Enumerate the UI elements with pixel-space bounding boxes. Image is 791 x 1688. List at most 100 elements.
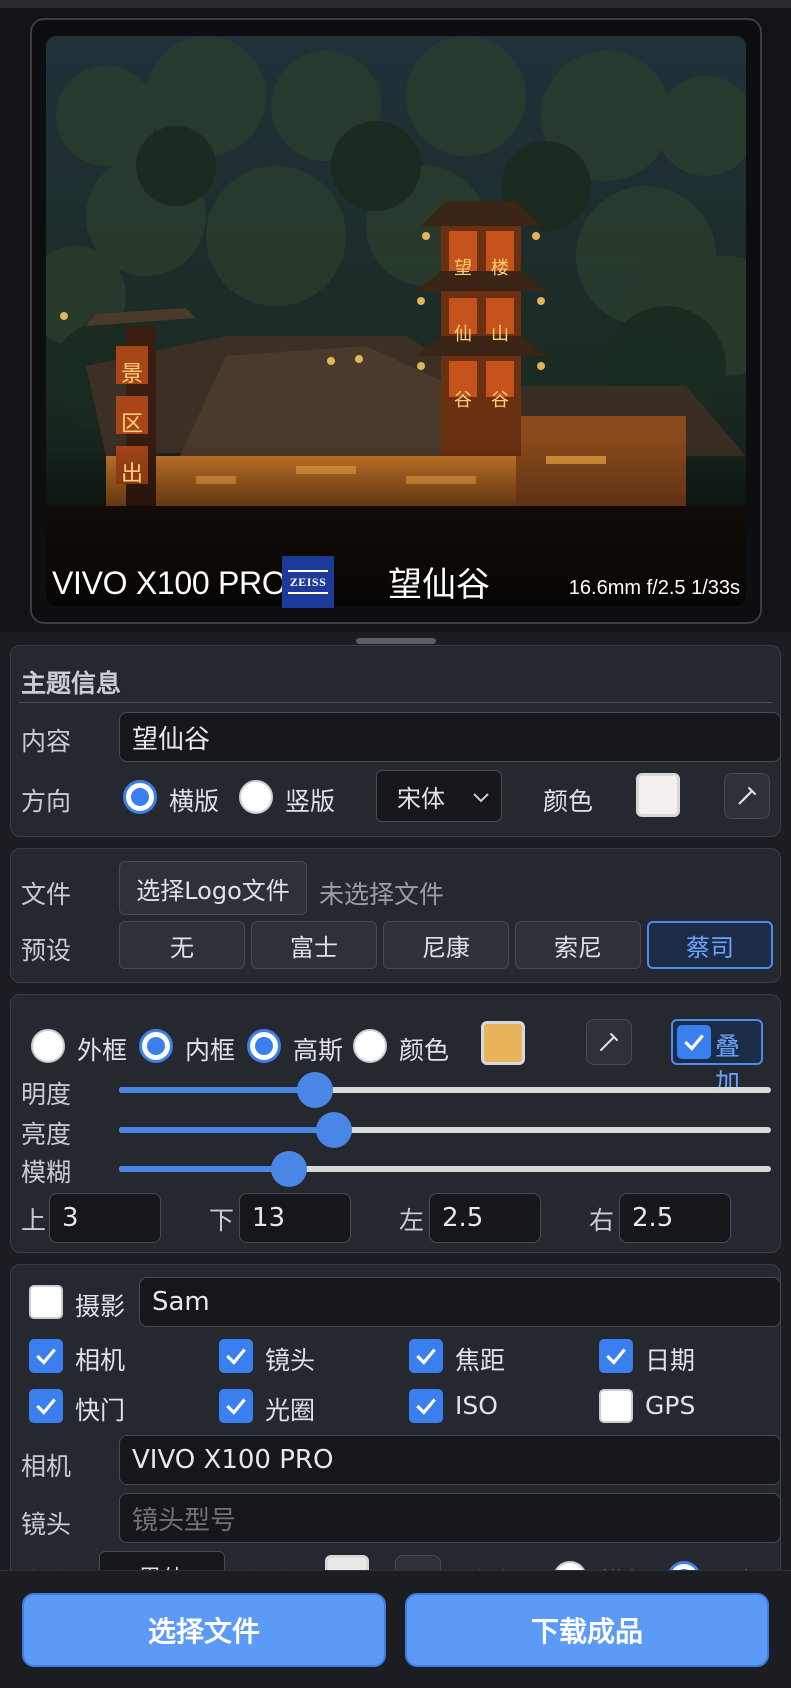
- exif-checkbox-label: 光圈: [265, 1396, 316, 1425]
- divider: [19, 702, 772, 703]
- frame-panel: 外框 内框 高斯 颜色 叠加 明度 亮度 模糊 上 3 下 13 左 2.5 右…: [10, 994, 781, 1253]
- margin-right-input[interactable]: 2.5: [619, 1193, 731, 1243]
- preset-fujifilm[interactable]: 富士: [251, 921, 377, 969]
- overlay-toggle[interactable]: 叠加: [671, 1019, 763, 1097]
- brightness-label: 明度: [21, 1080, 72, 1109]
- photographer-checkbox[interactable]: [29, 1285, 63, 1319]
- preset-zeiss[interactable]: 蔡司: [647, 921, 773, 969]
- caption-title: 望仙谷: [388, 565, 490, 605]
- radio-gaussian-label: 高斯: [293, 1036, 344, 1065]
- lens-input[interactable]: 镜头型号: [119, 1493, 781, 1543]
- sign-char: 景: [120, 362, 143, 387]
- margin-left-input[interactable]: 2.5: [429, 1193, 541, 1243]
- select-file-button[interactable]: 选择文件: [22, 1593, 386, 1667]
- no-file-text: 未选择文件: [319, 880, 445, 909]
- margin-top-input[interactable]: 3: [49, 1193, 161, 1243]
- camera-label: 相机: [21, 1452, 72, 1481]
- blur-label: 模糊: [21, 1158, 72, 1187]
- frame-color-swatch[interactable]: [481, 1021, 525, 1065]
- photographer-label: 摄影: [75, 1292, 126, 1321]
- frame-eyedropper-button[interactable]: [586, 1019, 632, 1065]
- exif-checkbox[interactable]: [599, 1389, 633, 1423]
- radio-color-label: 颜色: [399, 1036, 450, 1065]
- font-select[interactable]: 宋体: [376, 770, 502, 822]
- exif-checkbox-label: 相机: [75, 1346, 126, 1375]
- slider-knob[interactable]: [316, 1112, 352, 1148]
- caption-params: 16.6mm f/2.5 1/33s: [568, 577, 740, 599]
- radio-horizontal-label: 横版: [169, 787, 220, 816]
- margin-bottom-label: 下: [209, 1206, 235, 1235]
- exif-checkbox-label: 焦距: [455, 1346, 506, 1375]
- exif-checkbox[interactable]: [409, 1339, 443, 1373]
- camera-input[interactable]: VIVO X100 PRO: [119, 1435, 781, 1485]
- slider-knob[interactable]: [297, 1072, 333, 1108]
- eyedropper-button[interactable]: [724, 773, 770, 819]
- sign-left-text: 景 区 出: [116, 350, 148, 500]
- checkmark-icon: [226, 1398, 246, 1415]
- sign-char: 区: [120, 412, 143, 437]
- preset-label: 预设: [21, 936, 72, 965]
- sign-char: 仙: [454, 324, 472, 345]
- exif-checkbox[interactable]: [29, 1389, 63, 1423]
- theme-panel: 主题信息 内容 望仙谷 方向 横版 竖版 宋体 颜色: [10, 645, 781, 837]
- zeiss-logo-text: ZEISS: [289, 574, 327, 589]
- luminance-label: 亮度: [21, 1120, 72, 1149]
- theme-color-swatch[interactable]: [636, 773, 680, 817]
- checkmark-icon: [36, 1398, 56, 1415]
- preview-photo: 景 区 出 望 仙 谷 楼 山 谷: [46, 36, 746, 606]
- checkmark-icon: [416, 1348, 436, 1365]
- logo-panel: 文件 选择Logo文件 未选择文件 预设 无 富士 尼康 索尼 蔡司: [10, 848, 781, 983]
- radio-inner-frame[interactable]: [139, 1029, 173, 1063]
- exif-checkbox-label: 快门: [75, 1396, 126, 1425]
- checkmark-icon: [226, 1348, 246, 1365]
- checkmark-icon: [416, 1398, 436, 1415]
- radio-vertical[interactable]: [239, 780, 273, 814]
- radio-vertical-label: 竖版: [285, 787, 336, 816]
- sign-char: 山: [491, 324, 509, 345]
- exif-checkbox[interactable]: [29, 1339, 63, 1373]
- slider-fill: [119, 1127, 334, 1133]
- checkmark-icon: [606, 1348, 626, 1365]
- sign-char: 出: [120, 462, 143, 487]
- overlay-checkbox[interactable]: [677, 1025, 711, 1059]
- photographer-input[interactable]: Sam: [139, 1277, 781, 1327]
- photo-card: 景 区 出 望 仙 谷 楼 山 谷 VIVO X100 PRO ZEISS 望仙…: [30, 18, 762, 624]
- radio-color[interactable]: [353, 1029, 387, 1063]
- sign-char: 望: [454, 258, 472, 279]
- exif-checkbox-label: GPS: [645, 1391, 696, 1420]
- eyedropper-icon: [600, 1033, 618, 1051]
- radio-gaussian[interactable]: [247, 1029, 281, 1063]
- zeiss-logo-icon: ZEISS: [282, 556, 334, 608]
- chevron-down-icon: [473, 793, 489, 803]
- drag-handle[interactable]: [356, 638, 436, 644]
- exif-checkbox[interactable]: [599, 1339, 633, 1373]
- sign-tower-right: 楼 山 谷: [486, 236, 514, 434]
- eyedropper-icon: [738, 787, 756, 805]
- checkmark-icon: [36, 1348, 56, 1365]
- brightness-slider[interactable]: [119, 1072, 771, 1108]
- radio-outer-frame-label: 外框: [77, 1036, 128, 1065]
- exif-checkbox[interactable]: [409, 1389, 443, 1423]
- lens-label: 镜头: [21, 1510, 72, 1539]
- top-strip: [0, 0, 791, 8]
- blur-slider[interactable]: [119, 1151, 771, 1187]
- preset-none[interactable]: 无: [119, 921, 245, 969]
- margin-bottom-input[interactable]: 13: [239, 1193, 351, 1243]
- choose-logo-button[interactable]: 选择Logo文件: [119, 861, 307, 915]
- preset-sony[interactable]: 索尼: [515, 921, 641, 969]
- radio-horizontal[interactable]: [123, 780, 157, 814]
- exif-checkbox-label: 镜头: [265, 1346, 316, 1375]
- color-label: 颜色: [543, 787, 594, 816]
- margin-right-label: 右: [589, 1206, 615, 1235]
- exif-checkbox-label: ISO: [455, 1391, 498, 1420]
- download-button[interactable]: 下载成品: [405, 1593, 769, 1667]
- theme-heading: 主题信息: [21, 669, 122, 698]
- exif-checkbox[interactable]: [219, 1339, 253, 1373]
- radio-outer-frame[interactable]: [31, 1029, 65, 1063]
- slider-knob[interactable]: [271, 1151, 307, 1187]
- preset-nikon[interactable]: 尼康: [383, 921, 509, 969]
- luminance-slider[interactable]: [119, 1112, 771, 1148]
- content-input[interactable]: 望仙谷: [119, 712, 781, 762]
- exif-checkbox[interactable]: [219, 1389, 253, 1423]
- exif-panel: 摄影 Sam 相机 镜头 焦距 日期 快门 光圈 ISO GPS 相机 VIVO X100 P…: [10, 1264, 781, 1601]
